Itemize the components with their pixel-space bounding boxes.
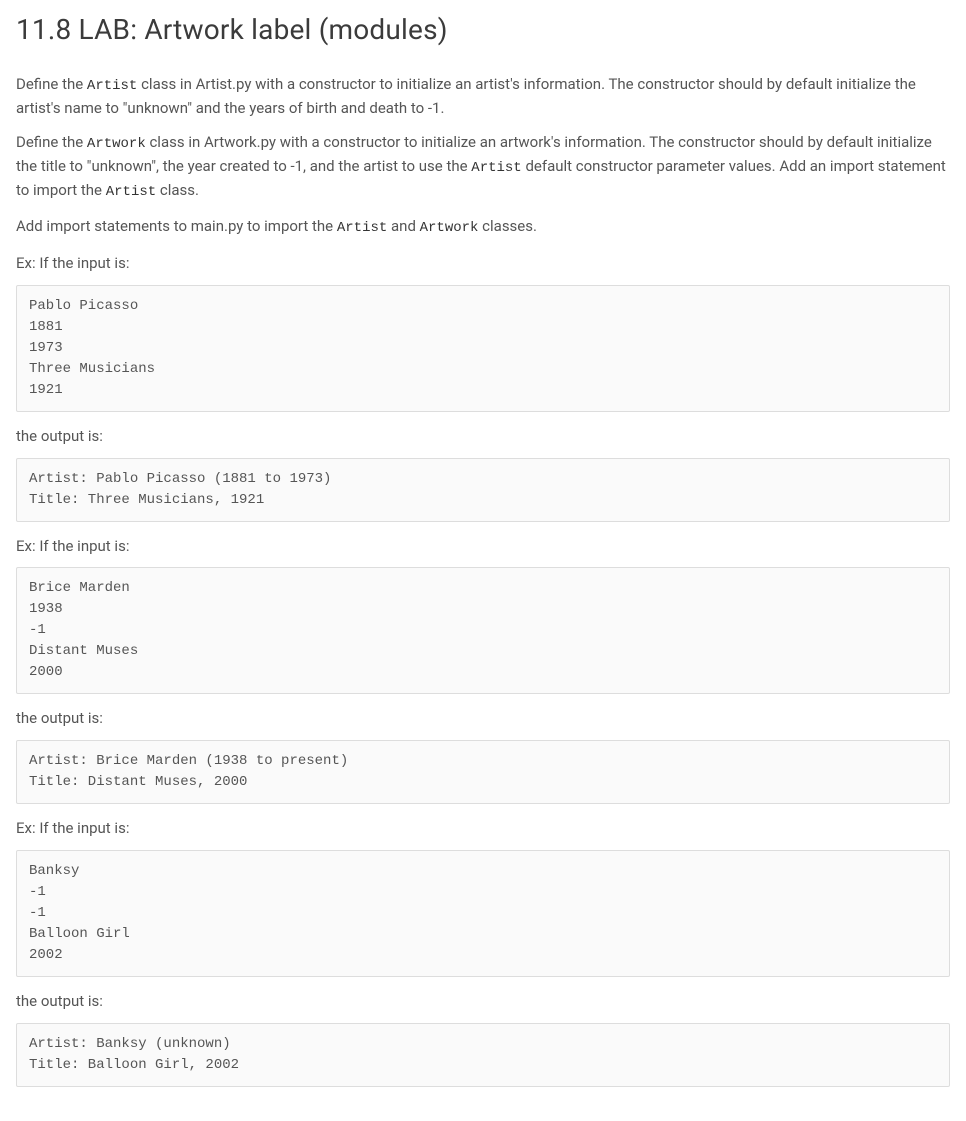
text: Add import statements to main.py to impo… [16, 217, 337, 235]
inline-code-artist: Artist [87, 78, 137, 94]
text: and [387, 217, 419, 235]
inline-code-artist: Artist [337, 220, 387, 236]
code-output-2: Artist: Brice Marden (1938 to present) T… [16, 740, 950, 804]
text: class. [156, 181, 199, 199]
example-input-label-2: Ex: If the input is: [16, 536, 950, 558]
inline-code-artist: Artist [106, 184, 156, 200]
code-input-3: Banksy -1 -1 Balloon Girl 2002 [16, 850, 950, 977]
page-title: 11.8 LAB: Artwork label (modules) [16, 10, 950, 51]
paragraph-3: Add import statements to main.py to impo… [16, 215, 950, 239]
paragraph-1: Define the Artist class in Artist.py wit… [16, 73, 950, 120]
example-output-label-3: the output is: [16, 991, 950, 1013]
example-input-label-1: Ex: If the input is: [16, 253, 950, 275]
inline-code-artist: Artist [471, 160, 521, 176]
text: Define the [16, 75, 87, 93]
text: class in Artist.py with a constructor to… [16, 75, 916, 117]
code-input-2: Brice Marden 1938 -1 Distant Muses 2000 [16, 567, 950, 694]
text: Define the [16, 133, 87, 151]
example-output-label-2: the output is: [16, 708, 950, 730]
code-input-1: Pablo Picasso 1881 1973 Three Musicians … [16, 285, 950, 412]
inline-code-artwork: Artwork [420, 220, 479, 236]
lab-document: 11.8 LAB: Artwork label (modules) Define… [0, 0, 966, 1121]
example-input-label-3: Ex: If the input is: [16, 818, 950, 840]
example-output-label-1: the output is: [16, 426, 950, 448]
inline-code-artwork: Artwork [87, 136, 146, 152]
code-output-1: Artist: Pablo Picasso (1881 to 1973) Tit… [16, 458, 950, 522]
code-output-3: Artist: Banksy (unknown) Title: Balloon … [16, 1023, 950, 1087]
text: classes. [478, 217, 537, 235]
paragraph-2: Define the Artwork class in Artwork.py w… [16, 131, 950, 203]
